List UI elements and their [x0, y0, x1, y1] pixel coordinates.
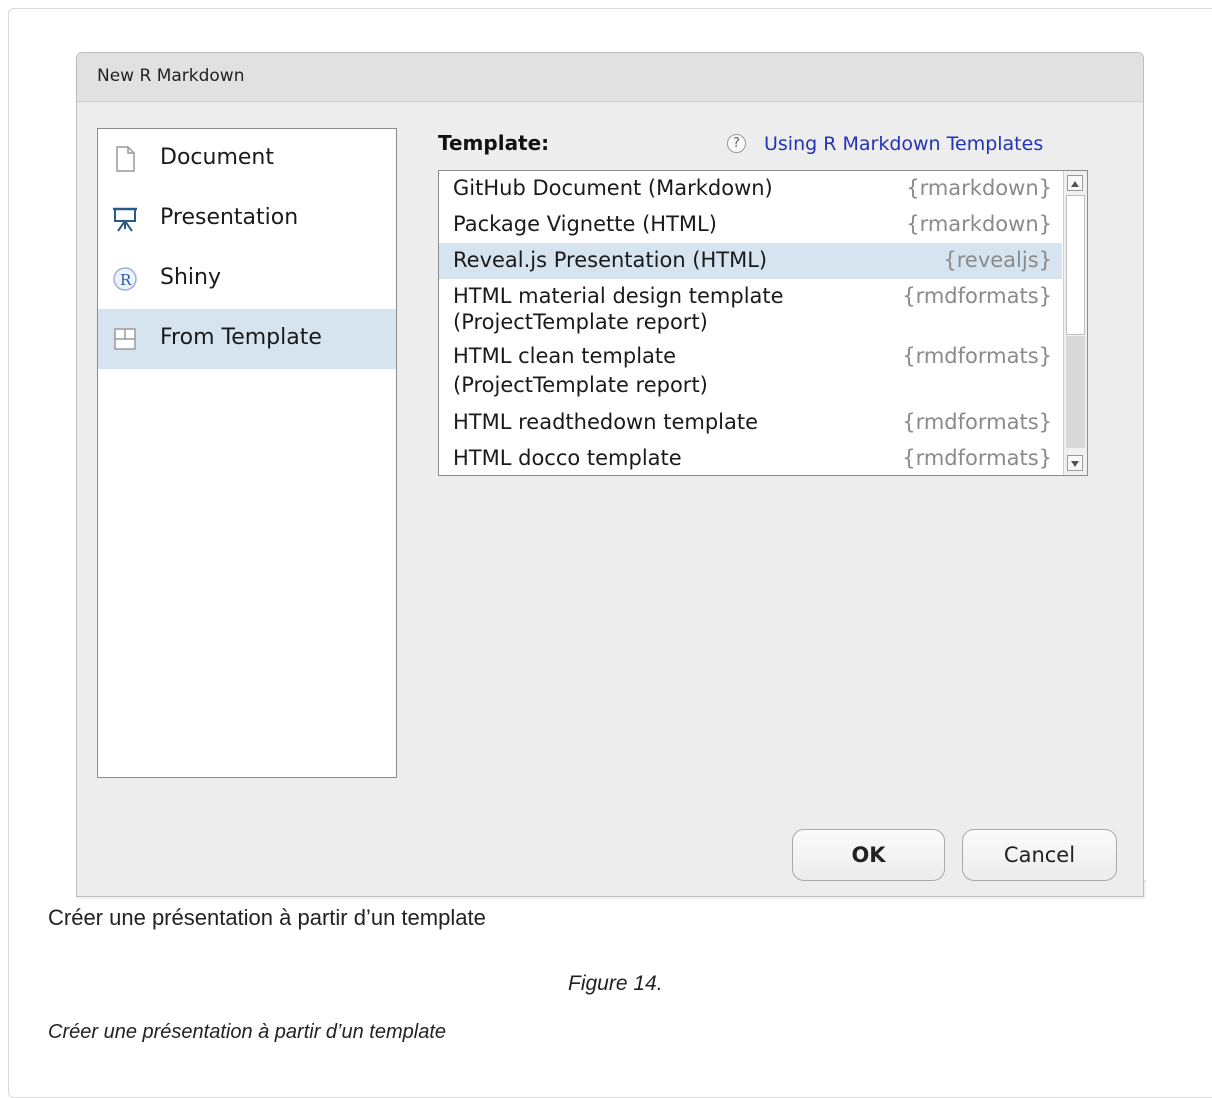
template-name: HTML docco template [453, 446, 682, 470]
template-name: HTML clean template [453, 344, 677, 368]
template-name: Package Vignette (HTML) [453, 212, 717, 236]
list-item-label: Shiny [160, 265, 221, 290]
list-item-from-template[interactable]: From Template [98, 309, 396, 369]
template-list: GitHub Document (Markdown) {rmarkdown} P… [438, 170, 1088, 476]
svg-text:R: R [120, 271, 132, 289]
template-row[interactable]: HTML material design template (ProjectTe… [439, 279, 1062, 339]
list-item-label: Document [160, 145, 274, 170]
template-package: {rmdformats} [902, 344, 1052, 368]
list-item-document[interactable]: Document [98, 129, 396, 189]
template-row-selected[interactable]: Reveal.js Presentation (HTML) {revealjs} [439, 243, 1062, 279]
template-package: {rmdformats} [902, 284, 1052, 308]
template-row[interactable]: Package Vignette (HTML) {rmarkdown} [439, 207, 1062, 243]
figure-number: Figure 14. [568, 972, 663, 995]
template-name: GitHub Document (Markdown) [453, 176, 773, 200]
image-caption: Créer une présentation à partir d’un tem… [48, 905, 486, 930]
cancel-button[interactable]: Cancel [962, 829, 1117, 881]
template-name-line2: (ProjectTemplate report) [453, 373, 708, 397]
scrollbar-track[interactable] [1066, 336, 1085, 448]
scroll-down-arrow-icon[interactable] [1067, 455, 1083, 471]
template-row[interactable]: HTML clean template (ProjectTemplate rep… [439, 339, 1062, 401]
template-package: {revealjs} [943, 248, 1052, 272]
template-name: HTML material design template [453, 284, 784, 308]
help-link[interactable]: Using R Markdown Templates [764, 133, 1043, 155]
scroll-up-arrow-icon[interactable] [1067, 175, 1083, 191]
scrollbar-thumb[interactable] [1066, 195, 1085, 335]
r-logo-icon: R [112, 265, 138, 293]
list-item-presentation[interactable]: Presentation [98, 189, 396, 249]
template-name: Reveal.js Presentation (HTML) [453, 248, 768, 272]
template-package: {rmarkdown} [906, 212, 1052, 236]
document-type-list: Document Presentation R Shiny From Templ… [97, 128, 397, 778]
template-row[interactable]: GitHub Document (Markdown) {rmarkdown} [439, 171, 1062, 207]
presentation-icon [112, 205, 138, 233]
template-row[interactable]: HTML docco template {rmdformats} [439, 441, 1062, 475]
list-item-label: From Template [160, 325, 322, 350]
template-icon [112, 325, 138, 353]
help-icon[interactable]: ? [727, 134, 746, 153]
dialog-titlebar: New R Markdown [77, 53, 1143, 102]
template-list-scrollbar[interactable] [1063, 171, 1087, 475]
template-name: HTML readthedown template [453, 410, 759, 434]
template-package: {rmarkdown} [906, 176, 1052, 200]
template-label: Template: [438, 131, 550, 155]
list-item-shiny[interactable]: R Shiny [98, 249, 396, 309]
new-r-markdown-dialog: New R Markdown Document Presentation R S… [76, 52, 1144, 897]
list-item-label: Presentation [160, 205, 299, 230]
ok-button[interactable]: OK [792, 829, 945, 881]
template-row[interactable]: HTML readthedown template {rmdformats} [439, 405, 1062, 439]
dialog-title: New R Markdown [97, 66, 245, 86]
figure-caption: Créer une présentation à partir d’un tem… [48, 1021, 447, 1043]
document-icon [112, 145, 138, 173]
template-package: {rmdformats} [902, 446, 1052, 470]
template-name-line2: (ProjectTemplate report) [453, 310, 708, 334]
template-package: {rmdformats} [902, 410, 1052, 434]
